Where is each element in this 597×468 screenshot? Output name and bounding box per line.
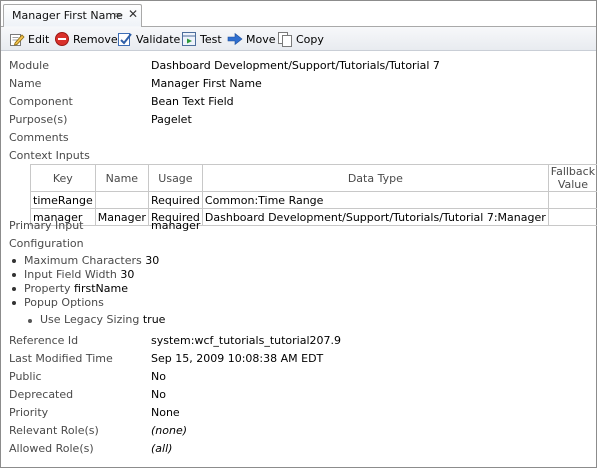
copy-button[interactable]: Copy xyxy=(277,30,324,48)
cell-fallback-value xyxy=(547,191,597,209)
edit-icon xyxy=(9,31,25,47)
tab-title: Manager First Name xyxy=(12,9,123,22)
cell-key: timeRange xyxy=(30,191,96,209)
config-item-name: Maximum Characters xyxy=(24,254,142,267)
name-value: Manager First Name xyxy=(151,77,262,90)
properties-panel: Manager First Name ✑ ✕ Edit Remove Valid… xyxy=(0,0,597,468)
move-arrow-icon xyxy=(227,31,243,47)
relevant-roles-value: (none) xyxy=(151,424,188,437)
remove-button[interactable]: Remove xyxy=(54,30,118,48)
primary-input-value: manager xyxy=(151,219,201,232)
validate-label: Validate xyxy=(136,32,181,46)
comments-label: Comments xyxy=(9,131,69,144)
copy-icon xyxy=(277,31,293,47)
bullet-icon xyxy=(12,287,16,291)
name-label: Name xyxy=(9,77,42,90)
validate-button[interactable]: Validate xyxy=(117,30,180,48)
close-icon[interactable]: ✕ xyxy=(128,7,138,21)
deprecated-label: Deprecated xyxy=(9,388,74,401)
config-item-name: Input Field Width xyxy=(24,268,117,281)
public-label: Public xyxy=(9,370,42,383)
move-button[interactable]: Move xyxy=(227,30,276,48)
last-modified-value: Sep 15, 2009 10:08:38 AM EDT xyxy=(151,352,324,365)
cell-data-type: Common:Time Range xyxy=(201,191,549,209)
validate-icon xyxy=(117,31,133,47)
column-header-fallback-value: Fallback Value xyxy=(547,164,597,192)
configuration-label: Configuration xyxy=(9,237,84,250)
config-item-name: Property xyxy=(24,282,71,295)
remove-label: Remove xyxy=(73,32,118,46)
sub-bullet-icon xyxy=(28,319,32,323)
bullet-icon xyxy=(12,273,16,277)
bullet-icon xyxy=(12,259,16,263)
public-value: No xyxy=(151,370,166,383)
test-icon xyxy=(181,31,197,47)
module-value: Dashboard Development/Support/Tutorials/… xyxy=(151,59,440,72)
edit-button[interactable]: Edit xyxy=(9,30,49,48)
cell-name: Manager xyxy=(94,208,149,226)
reference-id-label: Reference Id xyxy=(9,334,79,347)
priority-label: Priority xyxy=(9,406,49,419)
purpose-label: Purpose(s) xyxy=(9,113,68,126)
reference-id-value: system:wcf_tutorials_tutorial207.9 xyxy=(151,334,342,347)
edit-label: Edit xyxy=(28,32,50,46)
allowed-roles-value: (all) xyxy=(151,442,173,455)
copy-label: Copy xyxy=(296,32,324,46)
toolbar: Edit Remove Validate Test Move Copy xyxy=(1,27,596,51)
config-sub-item-name: Use Legacy Sizing xyxy=(40,313,140,326)
allowed-roles-label: Allowed Role(s) xyxy=(9,442,94,455)
config-item-value: 30 xyxy=(145,254,160,267)
tab-manager-first-name[interactable]: Manager First Name ✑ ✕ xyxy=(3,4,142,27)
priority-value: None xyxy=(151,406,180,419)
cell-usage: Required xyxy=(147,191,203,209)
column-header-usage: Usage xyxy=(147,164,203,192)
context-inputs-label: Context Inputs xyxy=(9,149,90,162)
config-sub-item: Use Legacy Sizing true xyxy=(40,313,165,329)
table-header-row: Key Name Usage Data Type Fallback Value xyxy=(30,164,597,192)
remove-icon xyxy=(54,31,70,47)
pin-icon[interactable]: ✑ xyxy=(114,9,123,22)
component-value: Bean Text Field xyxy=(151,95,234,108)
tab-strip: Manager First Name ✑ ✕ xyxy=(1,1,596,27)
table-row: manager Manager Required Dashboard Devel… xyxy=(30,208,597,226)
config-item-value: firstName xyxy=(74,282,128,295)
table-row: timeRange Required Common:Time Range xyxy=(30,191,597,209)
primary-input-label: Primary Input xyxy=(9,219,84,232)
move-label: Move xyxy=(246,32,276,46)
config-item-value: 30 xyxy=(120,268,135,281)
cell-data-type: Dashboard Development/Support/Tutorials/… xyxy=(201,208,549,226)
context-inputs-table: Key Name Usage Data Type Fallback Value … xyxy=(30,164,597,226)
relevant-roles-label: Relevant Role(s) xyxy=(9,424,99,437)
column-header-key: Key xyxy=(30,164,96,192)
cell-name xyxy=(94,191,149,209)
test-label: Test xyxy=(200,32,222,46)
config-item-name: Popup Options xyxy=(24,296,104,309)
purpose-value: Pagelet xyxy=(151,113,192,126)
deprecated-value: No xyxy=(151,388,166,401)
bullet-icon xyxy=(12,301,16,305)
column-header-data-type: Data Type xyxy=(201,164,549,192)
component-label: Component xyxy=(9,95,73,108)
last-modified-label: Last Modified Time xyxy=(9,352,113,365)
config-item: Popup Options xyxy=(24,296,104,312)
config-sub-item-value: true xyxy=(142,313,166,326)
cell-fallback-value xyxy=(547,208,597,226)
column-header-name: Name xyxy=(94,164,149,192)
module-label: Module xyxy=(9,59,49,72)
test-button[interactable]: Test xyxy=(181,30,222,48)
